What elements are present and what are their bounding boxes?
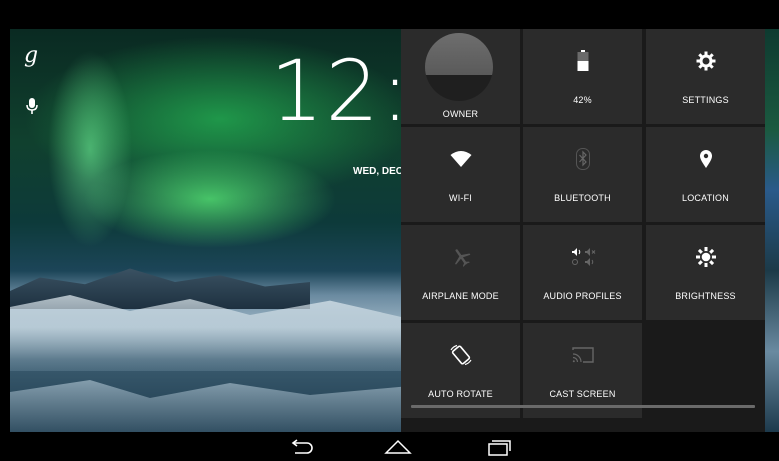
tile-wifi[interactable]: WI-FI bbox=[401, 127, 520, 222]
tile-location[interactable]: LOCATION bbox=[646, 127, 765, 222]
tile-auto-rotate-label: AUTO ROTATE bbox=[428, 389, 493, 399]
quick-settings-panel: OWNER 42% SETTINGS WI-FI BLUETOOTH LOCAT… bbox=[401, 29, 765, 432]
wallpaper-ice-foreground bbox=[10, 380, 410, 432]
tile-wifi-label: WI-FI bbox=[449, 193, 472, 203]
home-icon[interactable] bbox=[380, 436, 416, 458]
wifi-icon bbox=[401, 147, 520, 171]
microphone-icon[interactable] bbox=[26, 97, 38, 119]
navigation-bar bbox=[0, 432, 779, 461]
tile-battery-label: 42% bbox=[573, 95, 592, 105]
auto-rotate-icon bbox=[401, 343, 520, 367]
tile-bluetooth[interactable]: BLUETOOTH bbox=[523, 127, 642, 222]
location-pin-icon bbox=[646, 147, 765, 171]
battery-icon bbox=[523, 49, 642, 73]
cast-icon bbox=[523, 343, 642, 367]
tile-settings[interactable]: SETTINGS bbox=[646, 29, 765, 124]
airplane-icon bbox=[401, 245, 520, 269]
bluetooth-icon bbox=[523, 147, 642, 171]
brightness-icon bbox=[646, 245, 765, 269]
tile-owner[interactable]: OWNER bbox=[401, 29, 520, 124]
status-bar bbox=[0, 0, 779, 29]
google-search-icon[interactable]: g bbox=[24, 43, 38, 68]
tile-audio-profiles-label: AUDIO PROFILES bbox=[543, 291, 622, 301]
avatar bbox=[425, 33, 493, 101]
tile-owner-label: OWNER bbox=[442, 109, 479, 119]
tile-brightness-label: BRIGHTNESS bbox=[675, 291, 736, 301]
tile-location-label: LOCATION bbox=[682, 193, 729, 203]
tile-cast-screen-label: CAST SCREEN bbox=[549, 389, 616, 399]
tile-airplane-mode[interactable]: AIRPLANE MODE bbox=[401, 225, 520, 320]
panel-handle[interactable] bbox=[411, 405, 755, 408]
tile-airplane-mode-label: AIRPLANE MODE bbox=[422, 291, 499, 301]
recents-icon[interactable] bbox=[480, 436, 516, 458]
tile-battery[interactable]: 42% bbox=[523, 29, 642, 124]
tile-settings-label: SETTINGS bbox=[682, 95, 729, 105]
tile-brightness[interactable]: BRIGHTNESS bbox=[646, 225, 765, 320]
wallpaper-edge bbox=[765, 29, 779, 432]
tile-audio-profiles[interactable]: AUDIO PROFILES bbox=[523, 225, 642, 320]
tile-bluetooth-label: BLUETOOTH bbox=[554, 193, 611, 203]
lockscreen-clock: 12: bbox=[270, 42, 412, 140]
gear-icon bbox=[646, 49, 765, 73]
tile-auto-rotate[interactable]: AUTO ROTATE bbox=[401, 323, 520, 418]
audio-profiles-icon bbox=[523, 245, 642, 269]
tile-cast-screen[interactable]: CAST SCREEN bbox=[523, 323, 642, 418]
lockscreen-date: WED, DEC bbox=[353, 166, 403, 177]
back-icon[interactable] bbox=[283, 436, 319, 458]
